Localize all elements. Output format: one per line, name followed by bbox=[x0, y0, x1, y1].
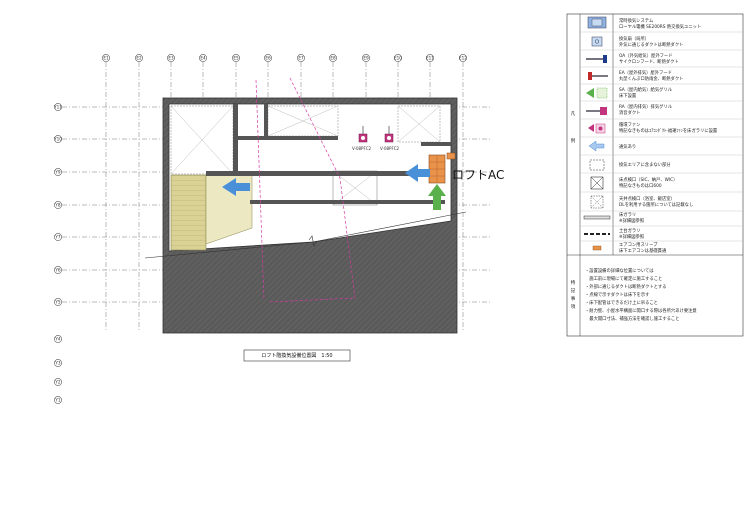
svg-text:OA（外気給気）屋外フード: OA（外気給気）屋外フード bbox=[619, 52, 673, 59]
grid-bubble: E1 bbox=[102, 54, 110, 62]
svg-text:・床下配管はできるだけ上に吊ること: ・床下配管はできるだけ上に吊ること bbox=[585, 299, 658, 306]
grid-bubble: Y3 bbox=[54, 359, 62, 367]
svg-text:※詳細図参照: ※詳細図参照 bbox=[619, 233, 645, 240]
grid-bubble: Y7 bbox=[54, 233, 62, 241]
svg-text:丸型くんぷロ防雨金、断熱ダクト: 丸型くんぷロ防雨金、断熱ダクト bbox=[619, 75, 683, 82]
grid-bubble: Y4 bbox=[54, 335, 62, 343]
drawing-title: ロフト階換気設備位置図 1:50 bbox=[261, 352, 332, 359]
grid-bubble: Y6 bbox=[54, 266, 62, 274]
svg-text:常時換気システム: 常時換気システム bbox=[619, 17, 654, 24]
svg-text:換気エリアに含まない部分: 換気エリアに含まない部分 bbox=[619, 161, 671, 168]
loft-ac-label: ロフトAC bbox=[452, 168, 504, 182]
svg-text:換気扇（局所）: 換気扇（局所） bbox=[619, 35, 649, 42]
svg-text:E2: E2 bbox=[136, 56, 142, 61]
grid-bubble: Y2 bbox=[54, 378, 62, 386]
svg-text:特記なきものは口600: 特記なきものは口600 bbox=[619, 182, 662, 189]
svg-text:※詳細図参照: ※詳細図参照 bbox=[619, 217, 645, 224]
svg-text:Y4: Y4 bbox=[54, 337, 61, 342]
grid-bubble: E7 bbox=[297, 54, 305, 62]
svg-text:E3: E3 bbox=[168, 56, 174, 61]
svg-text:Y11: Y11 bbox=[53, 105, 62, 110]
legend-section-label-2: 例 bbox=[571, 137, 576, 144]
svg-text:E8: E8 bbox=[330, 56, 336, 61]
svg-text:床下エアコンは基礎貫通: 床下エアコンは基礎貫通 bbox=[619, 247, 667, 254]
svg-text:最大開口寸法、補強方法を確認し施工すること: 最大開口寸法、補強方法を確認し施工すること bbox=[585, 315, 680, 322]
svg-text:Y2: Y2 bbox=[54, 380, 61, 385]
special-notes-label: 記 事 項 bbox=[571, 287, 576, 310]
vent-tag-2: V-08PFC2 bbox=[380, 146, 400, 151]
grid-bubble: E5 bbox=[232, 54, 240, 62]
svg-text:消音ダクト: 消音ダクト bbox=[619, 109, 640, 116]
grid-bubble: Y1 bbox=[54, 396, 62, 404]
grid-bubble: Y8 bbox=[54, 201, 62, 209]
grid-bubble: E6 bbox=[264, 54, 272, 62]
floor-plan-drawing: E1 E2 E3 E4 E5 E6 E7 E8 E9 E10 E11 E12 Y… bbox=[53, 13, 744, 404]
drawing-title-block: ロフト階換気設備位置図 1:50 bbox=[243, 349, 351, 362]
svg-text:E9: E9 bbox=[363, 56, 369, 61]
grid-bubble: E11 bbox=[426, 54, 434, 62]
svg-text:RA（屋内排気）排気グリル: RA（屋内排気）排気グリル bbox=[619, 103, 673, 110]
legend-section-label-1: 凡 bbox=[571, 111, 576, 117]
svg-text:E7: E7 bbox=[298, 56, 304, 61]
grid-bubble: E2 bbox=[135, 54, 143, 62]
grid-bubble: Y11 bbox=[53, 103, 62, 111]
svg-text:EA（屋外排気）屋外フード: EA（屋外排気）屋外フード bbox=[619, 69, 672, 76]
svg-text:Y7: Y7 bbox=[54, 235, 61, 240]
svg-text:E11: E11 bbox=[426, 56, 434, 61]
svg-text:Y1: Y1 bbox=[54, 398, 61, 403]
svg-text:床点検口（SIC、納戸、WIC）: 床点検口（SIC、納戸、WIC） bbox=[619, 176, 677, 183]
notes-label-char-2: 記 bbox=[571, 287, 576, 294]
grid-bubble: Y9 bbox=[54, 168, 62, 176]
grid-column-bubbles: E1 E2 E3 E4 E5 E6 E7 E8 E9 E10 E11 E12 bbox=[102, 54, 467, 62]
svg-text:Y3: Y3 bbox=[54, 361, 61, 366]
grid-bubble: E12 bbox=[459, 54, 467, 62]
svg-text:Y5: Y5 bbox=[54, 300, 61, 305]
svg-text:施工前に現場にて確定に施工すること: 施工前に現場にて確定に施工すること bbox=[585, 275, 662, 282]
svg-text:Y10: Y10 bbox=[53, 137, 62, 142]
svg-text:床下設置: 床下設置 bbox=[619, 92, 637, 99]
svg-text:特記なきものはｴｱｺﾝﾀﾞｸﾄ-福運ﾌｧﾝを床ガラリに設置: 特記なきものはｴｱｺﾝﾀﾞｸﾄ-福運ﾌｧﾝを床ガラリに設置 bbox=[619, 127, 718, 134]
svg-text:通気あり: 通気あり bbox=[619, 143, 636, 150]
svg-text:Y9: Y9 bbox=[54, 170, 61, 175]
svg-text:外気に通じるダクトは断熱ダクト: 外気に通じるダクトは断熱ダクト bbox=[619, 41, 683, 48]
grid-bubble: E4 bbox=[199, 54, 207, 62]
svg-text:土台ガラリ: 土台ガラリ bbox=[619, 227, 640, 234]
grid-bubble: Y10 bbox=[53, 135, 62, 143]
svg-text:・耐力壁、小屋水平構面に開口する際は各所穴あけ要注意: ・耐力壁、小屋水平構面に開口する際は各所穴あけ要注意 bbox=[585, 307, 697, 314]
svg-text:床ガラリ: 床ガラリ bbox=[619, 211, 636, 218]
svg-text:循環ファン: 循環ファン bbox=[619, 121, 640, 128]
vent-tag-1: V-08PFC2 bbox=[352, 146, 372, 151]
grid-bubble: E8 bbox=[329, 54, 337, 62]
svg-text:・点線で示すダクトは床下を示す: ・点線で示すダクトは床下を示す bbox=[585, 291, 649, 298]
svg-text:DLを利用する箇所については記載なし: DLを利用する箇所については記載なし bbox=[619, 201, 693, 208]
grid-bubble: E10 bbox=[394, 54, 402, 62]
svg-text:特: 特 bbox=[571, 279, 576, 286]
svg-text:E4: E4 bbox=[200, 56, 206, 61]
svg-text:ローヤル電機 SE200RS 熱交換気ユニット: ローヤル電機 SE200RS 熱交換気ユニット bbox=[619, 23, 701, 30]
svg-text:・外部に通じるダクトは断熱ダクトとする: ・外部に通じるダクトは断熱ダクトとする bbox=[585, 283, 667, 290]
notes-label-char-4: 項 bbox=[571, 304, 576, 310]
grid-row-bubbles: Y11 Y10 Y9 Y8 Y7 Y6 Y5 Y4 Y3 Y2 Y1 bbox=[53, 103, 62, 404]
svg-text:E6: E6 bbox=[265, 56, 271, 61]
svg-text:サイクロンフード、断熱ダクト: サイクロンフード、断熱ダクト bbox=[619, 58, 679, 65]
grid-bubble: Y5 bbox=[54, 298, 62, 306]
svg-text:E1: E1 bbox=[103, 56, 109, 61]
svg-text:天井点検口（浴室、飯店室）: 天井点検口（浴室、飯店室） bbox=[619, 195, 675, 202]
svg-text:・設置設備の詳細な位置については: ・設置設備の詳細な位置については bbox=[585, 267, 654, 274]
grid-bubble: E9 bbox=[362, 54, 370, 62]
svg-text:SA（屋内給気）給気グリル: SA（屋内給気）給気グリル bbox=[619, 86, 673, 93]
svg-text:E10: E10 bbox=[394, 56, 402, 61]
svg-text:E12: E12 bbox=[459, 56, 467, 61]
svg-text:E5: E5 bbox=[233, 56, 239, 61]
svg-text:Y8: Y8 bbox=[54, 203, 61, 208]
svg-text:エアコン用スリーブ: エアコン用スリーブ bbox=[619, 241, 658, 248]
grid-bubble: E3 bbox=[167, 54, 175, 62]
svg-text:Y6: Y6 bbox=[54, 268, 61, 273]
notes-label-char-3: 事 bbox=[571, 295, 576, 302]
